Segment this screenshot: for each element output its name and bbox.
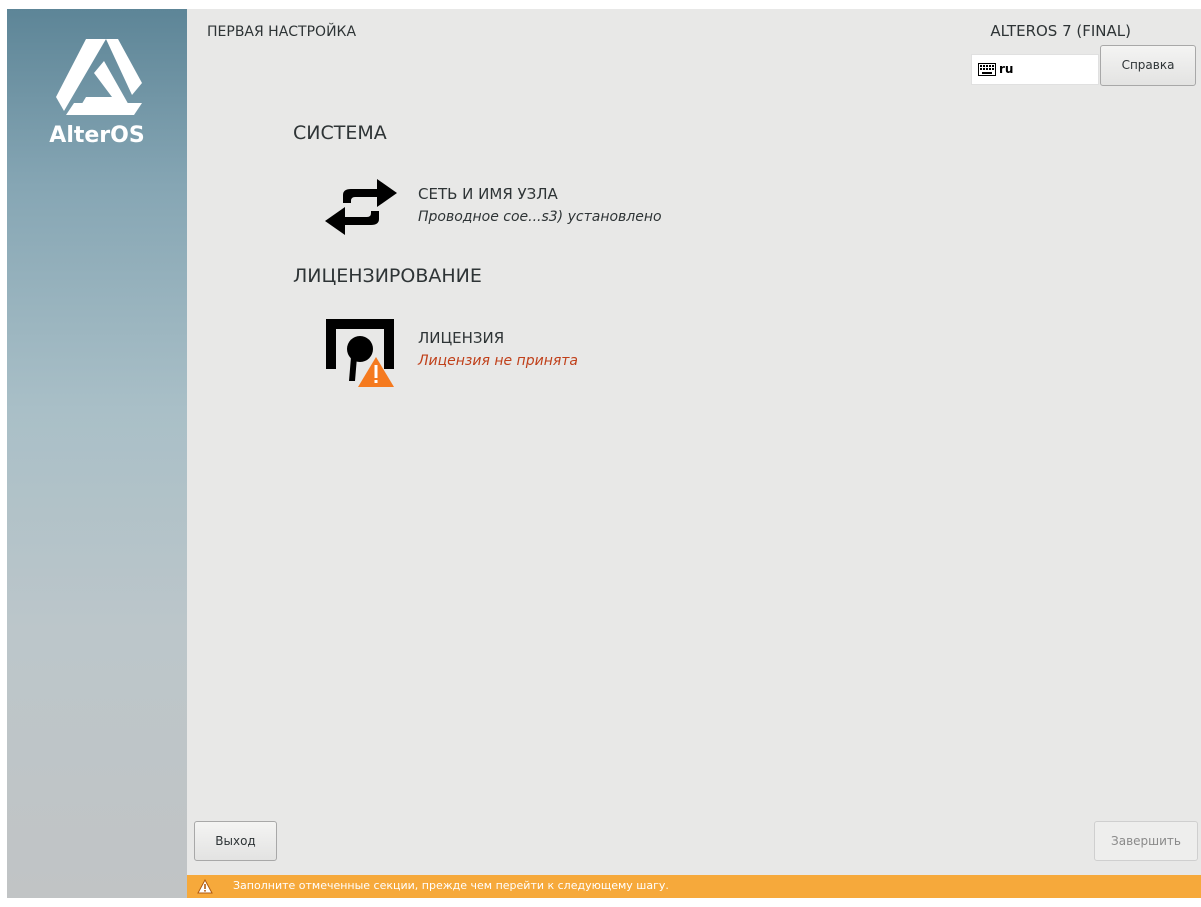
product-name: ALTEROS 7 (FINAL) [990, 22, 1131, 40]
sidebar: AlterOS [7, 9, 187, 898]
warning-bar: Заполните отмеченные секции, прежде чем … [187, 875, 1201, 898]
logo-text: AlterOS [49, 123, 145, 148]
section-title-system: СИСТЕМА [293, 122, 387, 144]
network-arrows-icon [325, 179, 397, 235]
spoke-network-hostname[interactable]: СЕТЬ И ИМЯ УЗЛА Проводное сое...s3) уста… [321, 169, 821, 241]
keyboard-icon [978, 63, 996, 76]
finish-button[interactable]: Завершить [1094, 821, 1198, 861]
keyboard-layout-indicator[interactable]: ru [971, 54, 1099, 85]
spoke-title-network: СЕТЬ И ИМЯ УЗЛА [418, 185, 558, 203]
spoke-status-network: Проводное сое...s3) установлено [418, 209, 662, 225]
quit-button[interactable]: Выход [194, 821, 277, 861]
alteros-logo-icon [56, 39, 142, 115]
license-warning-icon [326, 319, 394, 387]
keyboard-layout-label: ru [999, 62, 1014, 76]
page-title: ПЕРВАЯ НАСТРОЙКА [207, 24, 357, 40]
section-title-licensing: ЛИЦЕНЗИРОВАНИЕ [293, 265, 482, 287]
spoke-license[interactable]: ЛИЦЕНЗИЯ Лицензия не принята [321, 313, 821, 387]
help-button[interactable]: Справка [1100, 45, 1196, 86]
warning-message: Заполните отмеченные секции, прежде чем … [233, 879, 669, 892]
spoke-title-license: ЛИЦЕНЗИЯ [418, 329, 505, 347]
window: AlterOS ПЕРВАЯ НАСТРОЙКА ALTEROS 7 (FINA… [0, 0, 1201, 907]
warning-triangle-icon [197, 879, 213, 894]
spoke-status-license: Лицензия не принята [418, 353, 579, 369]
main-area: ПЕРВАЯ НАСТРОЙКА ALTEROS 7 (FINAL) ru Сп… [187, 9, 1201, 898]
